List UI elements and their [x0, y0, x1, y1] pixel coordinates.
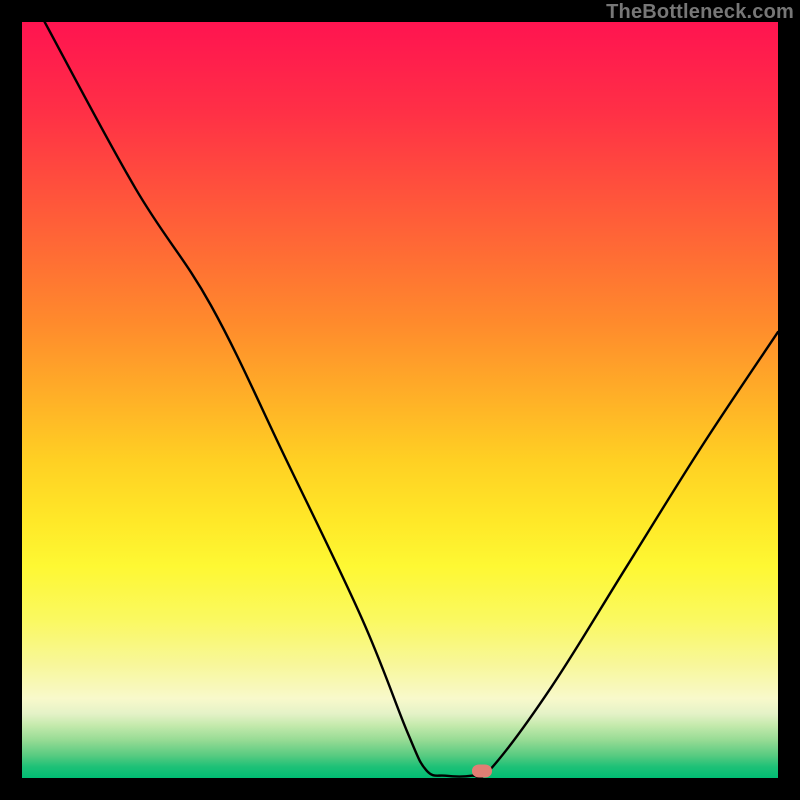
- optimal-point-marker: [472, 765, 492, 778]
- curve-svg: [22, 22, 778, 778]
- watermark-text: TheBottleneck.com: [606, 1, 794, 24]
- chart-container: TheBottleneck.com: [0, 0, 800, 800]
- bottleneck-curve: [45, 22, 778, 778]
- plot-area: [22, 22, 778, 778]
